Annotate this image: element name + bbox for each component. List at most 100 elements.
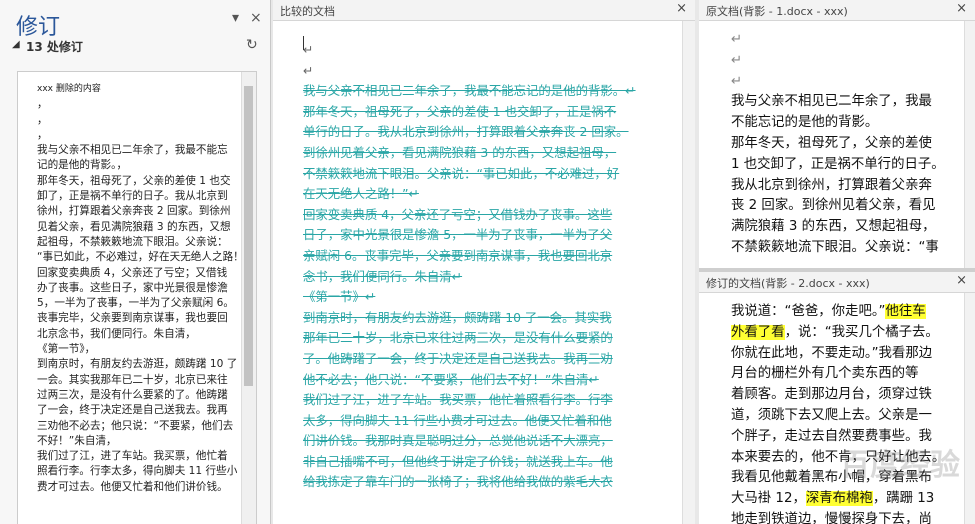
text-line: 我与父亲不相见已二年余了，我最不能忘记的是他的背影。↵ [303, 83, 636, 99]
text-line: 办了丧事。这些日子，家中光景很是惨澹 [37, 281, 228, 294]
text-line: 1 也交卸了，正是祸不单行的日子。 [731, 156, 945, 172]
text-line: 月台的栅栏外有几个卖东西的等 [731, 366, 919, 382]
revision-scrollbar[interactable] [241, 72, 256, 524]
close-icon[interactable]: × [250, 10, 262, 26]
text-line: 记的是他的背影。， [37, 159, 128, 172]
text-line: 给我拣定了靠车门的一张椅子；我将他给我做的紫毛大衣 [303, 474, 613, 490]
text-line: 着顾客。走到那边月台，须穿过铁 [731, 387, 932, 403]
revision-list[interactable]: xxx 删除的内容 ， ， ， 我与父亲不相见已二年余了，我最不能忘 记的是他的背影。，… [17, 71, 257, 524]
text-line: 《第一节》， [37, 343, 96, 356]
text-line: 我与父亲不相见已二年余了，我最 [731, 94, 932, 110]
text-line: 念书，我们便同行。朱自清↵ [303, 268, 463, 284]
text-line: 徐州，打算跟着父亲奔丧 2 回家。到徐州 [37, 205, 231, 218]
text-line: 《第一节》↵ [303, 289, 376, 305]
text-line: ， [37, 98, 48, 111]
text-line: 单行的日子。我从北京到徐州，打算跟着父亲奔丧 2 回家。 [303, 124, 629, 140]
text-line: 那年冬天，祖母死了，父亲的差使 1 也交 [37, 174, 231, 187]
text-line: 大马褂 12，深青布棉袍，蹒跚 13 [731, 491, 935, 507]
text-line: 见着父亲，看见满院狼藉 3 的东西，又想 [37, 220, 231, 233]
pane-options-dropdown[interactable]: ▾ [232, 10, 239, 26]
text-line: 不好！”朱自清， [37, 434, 117, 447]
watermark: 百度经验 [840, 448, 960, 483]
text-line: 过两三次，是没有什么要紧的了。他踌躇 [37, 388, 228, 401]
text-line: 不禁簌簌地流下眼泪。父亲说：“事已如此，不必难过，好 [303, 165, 620, 181]
original-header: 原文档(背影 - 1.docx - xxx) × [699, 0, 975, 21]
text-line: 那年冬天，祖母死了，父亲的差使 1 也交卸了，正是祸不 [303, 103, 617, 119]
highlighted-change: 他往车 [885, 304, 926, 319]
text-line: 到南京时，有朋友约去游逛，颇踌躇 10 了一会。其实我 [303, 309, 612, 325]
text-line: 丧 2 回家。到徐州见着父亲，看见 [731, 198, 936, 214]
text-line: 亲赋闲 6。丧事完毕，父亲要到南京谋事，我也要回北京 [303, 247, 613, 263]
text-line: 你就在此地，不要走动。”我看那边 [731, 345, 933, 361]
compared-scrollbar[interactable] [682, 21, 695, 524]
text-line: 我从北京到徐州，打算跟着父亲奔 [731, 177, 932, 193]
text-line: 了一会，终于决定还是自己送我去。我再 [37, 404, 228, 417]
text-line: “事已如此，不必难过，好在天无绝人之路！”， [37, 251, 239, 264]
text-line: 满院狼藉 3 的东西，又想起祖母， [731, 219, 936, 235]
revisions-title: 修订 [16, 15, 61, 40]
revisions-pane: 修订 ▾ × ◢ 13 处修订 ↻ xxx 删除的内容 ， ， ， 我与父亲不相见已二… [0, 0, 271, 524]
text-line: ↵ [303, 42, 314, 57]
text-line: 在天无绝人之路！”↵ [303, 186, 419, 202]
text-line: 我说道：“爸爸，你走吧。”他往车 [731, 304, 926, 319]
close-icon[interactable]: × [956, 273, 967, 288]
refresh-icon[interactable]: ↻ [246, 37, 258, 53]
text-line: 三劝他不必去；他只说：“不要紧，他们去 [37, 419, 234, 432]
text-line: 我们过了江，进了车站。我买票，他忙着 [37, 450, 228, 463]
highlighted-change: 外看了看 [731, 324, 785, 340]
text-line: 太多，得向脚夫 11 行些小费才可过去。他便又忙着和他 [303, 412, 612, 428]
revision-count: 13 处修订 [26, 40, 83, 54]
text-line: 一会。其实我那年已二十岁，北京已来往 [37, 373, 228, 386]
text-line: 我与父亲不相见已二年余了，我最不能忘 [37, 144, 228, 157]
text-line: ↵ [303, 62, 314, 78]
text-line: ↵ [731, 52, 743, 68]
revision-text: xxx 删除的内容 ， ， ， 我与父亲不相见已二年余了，我最不能忘 记的是他的背影。，… [37, 82, 239, 495]
revised-title: 修订的文档(背影 - 2.docx - xxx) [706, 277, 870, 290]
highlighted-change: 深青布棉袍 [805, 491, 873, 507]
deleted-content-label: xxx 删除的内容 [37, 84, 101, 94]
text-line: 起祖母，不禁簌簌地流下眼泪。父亲说： [37, 235, 228, 248]
text-line: 回家变卖典质 4，父亲还了亏空；又借钱办了丧事。这些 [303, 206, 613, 222]
original-scrollbar[interactable] [964, 21, 975, 268]
original-document-text[interactable]: ↵ ↵ ↵ 我与父亲不相见已二年余了，我最 不能忘记的是他的背影。那年冬天，祖母死了，父… [731, 30, 945, 259]
text-line: 那年冬天，祖母死了，父亲的差使 [731, 135, 932, 151]
revised-scrollbar[interactable] [964, 293, 975, 524]
text-line: ， [37, 128, 48, 141]
compared-title: 比较的文档 [280, 5, 335, 18]
text-line: ↵ [731, 32, 743, 47]
compared-document-pane: 比较的文档 × ↵ ↵ 我与父亲不相见已二年余了，我最不能忘记的是他的背影。↵ 那年冬… [273, 0, 695, 524]
close-icon[interactable]: × [676, 1, 687, 16]
text-line: 不禁簌簌地流下眼泪。父亲说：“事 [731, 239, 939, 255]
revised-document-text[interactable]: 我说道：“爸爸，你走吧。”他往车 外看了看，说：“我买几个橘子去。 你就在此地，… [731, 302, 945, 524]
compared-document-text[interactable]: ↵ ↵ 我与父亲不相见已二年余了，我最不能忘记的是他的背影。↵ 那年冬天，祖母死了，父… [303, 40, 663, 493]
text-line: ， [37, 113, 48, 126]
compared-header: 比较的文档 × [273, 0, 695, 21]
collapse-icon[interactable]: ◢ [12, 39, 20, 50]
text-line: 照看行李。行李太多，得向脚夫 11 行些小 [37, 465, 238, 478]
text-line: 日子，家中光景很是惨澹 5，一半为了丧事，一半为了父 [303, 227, 613, 243]
text-line: 他不必去；他只说：“不要紧，他们去不好！”朱自清↵ [303, 371, 599, 387]
close-icon[interactable]: × [956, 1, 967, 16]
text-line: 卸了，正是祸不单行的日子。我从北京到 [37, 190, 228, 203]
text-line: 丧事完毕，父亲要到南京谋事，我也要回 [37, 312, 228, 325]
revised-header: 修订的文档(背影 - 2.docx - xxx) × [699, 272, 975, 293]
original-document-pane: 原文档(背影 - 1.docx - xxx) × ↵ ↵ ↵ 我与父亲不相见已二年余了… [699, 0, 975, 268]
text-line: 那年已二十岁，北京已来往过两三次，是没有什么要紧的 [303, 330, 613, 346]
text-line: 北京念书，我们便同行。朱自清， [37, 327, 196, 340]
text-line: 到南京时，有朋友约去游逛，颇踌躇 10 了 [37, 358, 238, 371]
text-line: 非自己插嘴不可，但他终于讲定了价钱；就送我上车。他 [303, 453, 613, 469]
text-line: 地走到铁道边，慢慢探身下去，尚 [731, 511, 932, 524]
scroll-thumb[interactable] [244, 86, 253, 386]
text-line: 了。他踌躇了一会，终于决定还是自己送我去。我再三劝 [303, 350, 613, 366]
text-line: 回家变卖典质 4，父亲还了亏空；又借钱 [37, 266, 228, 279]
text-line: 道，须跳下去又爬上去。父亲是一 [731, 407, 932, 423]
revised-document-pane: 修订的文档(背影 - 2.docx - xxx) × 我说道：“爸爸，你走吧。”… [699, 272, 975, 524]
text-line: 费才可过去。他便又忙着和他们讲价钱。 [37, 480, 228, 493]
text-line: 不能忘记的是他的背影。 [731, 115, 879, 131]
text-line: 我们过了江，进了车站。我买票，他忙着照看行李。行李 [303, 392, 613, 408]
text-line: ↵ [731, 73, 743, 89]
text-line: 外看了看，说：“我买几个橘子去。 [731, 324, 939, 340]
text-line: 5，一半为了丧事，一半为了父亲赋闲 6。 [37, 297, 234, 310]
original-title: 原文档(背影 - 1.docx - xxx) [706, 5, 848, 18]
text-line: 们讲价钱。我那时真是聪明过分，总觉他说话不大漂亮， [303, 433, 613, 449]
